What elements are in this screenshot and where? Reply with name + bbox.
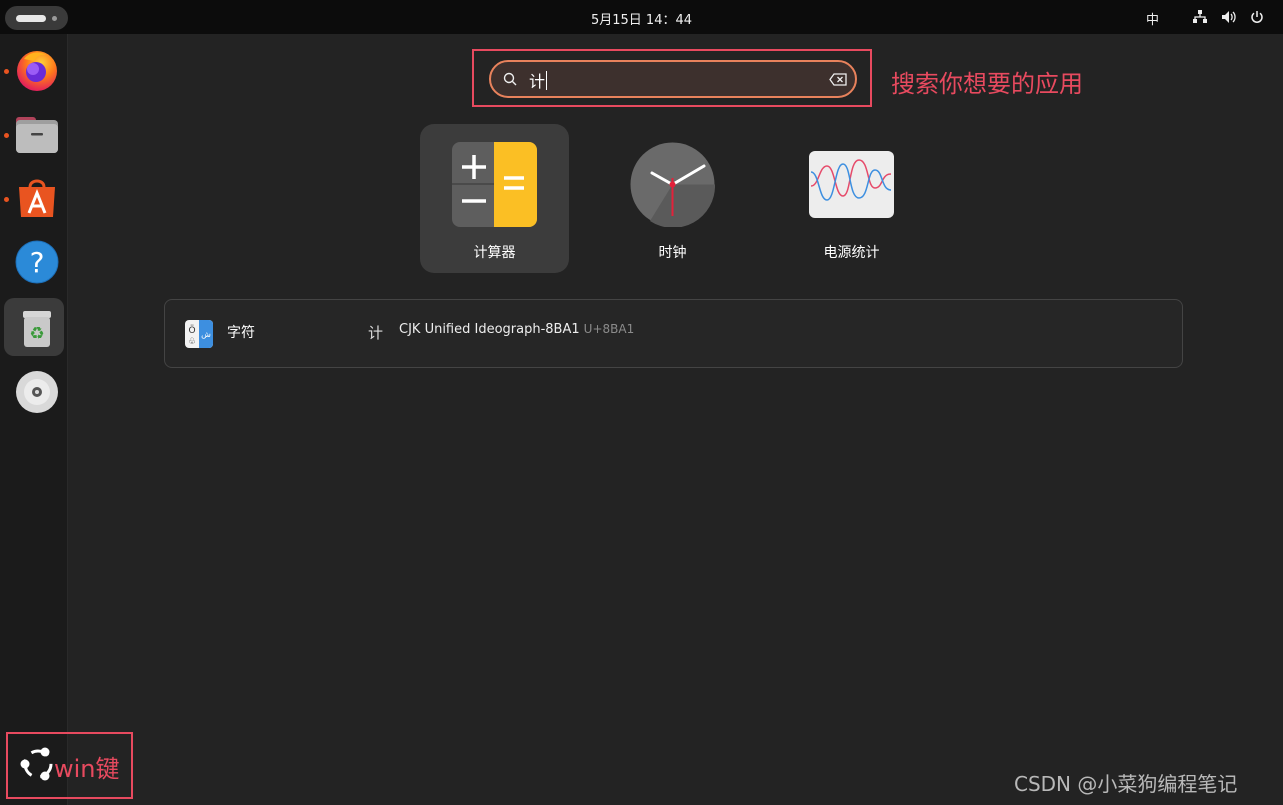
files-icon <box>16 117 58 153</box>
result-character[interactable]: 计 <box>368 322 383 343</box>
calculator-icon <box>452 142 537 227</box>
svg-text:♧: ♧ <box>188 337 196 347</box>
help-icon: ? <box>15 240 59 284</box>
provider-name: 字符 <box>227 325 255 341</box>
ubuntu-logo-icon[interactable] <box>17 743 59 785</box>
clock-icon <box>630 142 715 227</box>
disc-icon <box>16 371 58 413</box>
power-statistics-icon <box>809 151 894 218</box>
dock-item-files[interactable] <box>4 104 64 162</box>
input-method-indicator[interactable]: 中 <box>1146 9 1159 28</box>
win-key-label: win键 <box>54 755 120 783</box>
result-item[interactable]: CJK Unified Ideograph-8BA1 U+8BA1 <box>399 322 634 337</box>
dock-item-disc[interactable] <box>4 362 64 420</box>
dock-item-help[interactable]: ? <box>4 232 64 290</box>
svg-text:?: ? <box>30 246 45 279</box>
clear-search-icon[interactable] <box>829 73 847 86</box>
win-key-highlight-box: win键 <box>6 732 133 799</box>
text-caret <box>546 71 547 90</box>
result-description: CJK Unified Ideograph-8BA1 <box>399 322 580 337</box>
app-tile-power-statistics[interactable]: 电源统计 <box>777 124 926 273</box>
dock-item-trash[interactable]: ♻ <box>4 298 64 356</box>
app-label: 计算器 <box>473 245 516 261</box>
top-bar: 5月15日 14：44 中 <box>0 0 1283 34</box>
dock-item-app-center[interactable] <box>4 168 64 226</box>
trash-icon: ♻ <box>23 311 51 347</box>
svg-text:ش: ش <box>201 330 211 339</box>
volume-icon[interactable] <box>1221 10 1237 24</box>
search-icon <box>503 72 517 86</box>
characters-app-icon: Ö ♧ ش <box>185 320 213 348</box>
app-tile-calculator[interactable]: 计算器 <box>420 124 569 273</box>
search-provider-results: Ö ♧ ش 字符 计 CJK Unified Ideograph-8BA1 U+8… <box>164 299 1183 368</box>
dock-item-firefox[interactable] <box>4 40 64 98</box>
app-label: 时钟 <box>658 245 687 261</box>
app-tile-clock[interactable]: 时钟 <box>598 124 747 273</box>
search-input[interactable] <box>529 68 799 92</box>
svg-text:Ö: Ö <box>188 325 195 336</box>
result-codepoint: U+8BA1 <box>583 322 635 336</box>
power-icon[interactable] <box>1249 10 1265 24</box>
watermark: CSDN @小菜狗编程笔记 <box>1014 772 1238 796</box>
network-icon[interactable] <box>1192 10 1208 24</box>
firefox-icon <box>17 51 57 91</box>
search-bar[interactable] <box>489 60 857 98</box>
dock: ? ♻ <box>0 34 68 805</box>
search-annotation: 搜索你想要的应用 <box>891 70 1083 98</box>
app-center-icon <box>19 179 55 217</box>
app-label: 电源统计 <box>823 245 880 261</box>
svg-text:♻: ♻ <box>29 324 44 344</box>
clock[interactable]: 5月15日 14：44 <box>0 9 1283 28</box>
